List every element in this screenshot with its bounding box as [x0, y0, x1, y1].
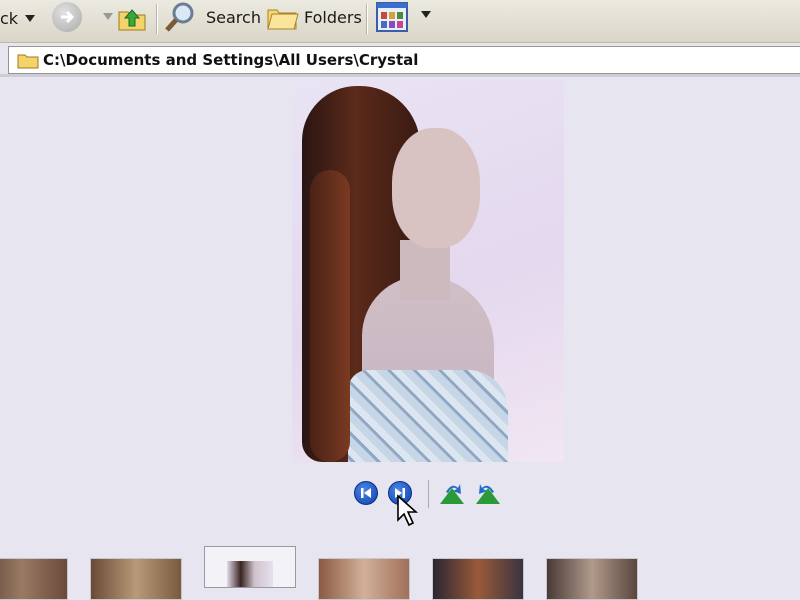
address-path: C:\Documents and Settings\All Users\Crys…	[43, 51, 419, 69]
views-button[interactable]	[376, 2, 408, 32]
rotate-clockwise-icon	[440, 484, 464, 504]
thumbnail-image	[0, 559, 67, 599]
up-folder-icon	[118, 9, 146, 31]
back-dropdown-arrow[interactable]	[25, 14, 36, 22]
photo-face	[392, 128, 480, 248]
mouse-cursor-icon	[397, 494, 419, 527]
folders-icon	[267, 9, 299, 30]
chevron-down-icon	[421, 11, 431, 18]
search-button[interactable]: Search	[164, 0, 261, 34]
thumbnail-6[interactable]	[546, 558, 638, 600]
thumbnail-3-selected[interactable]	[204, 546, 296, 588]
folders-button[interactable]: Folders	[266, 0, 362, 34]
views-icon	[376, 2, 408, 32]
rotate-clockwise-button[interactable]	[438, 482, 466, 506]
thumbnail-image	[319, 559, 409, 599]
filmstrip	[0, 536, 800, 600]
folder-icon	[17, 54, 39, 69]
toolbar: ck Search Folders	[0, 0, 800, 43]
controls-separator	[428, 480, 429, 508]
back-button[interactable]: ck	[0, 6, 36, 30]
thumbnail-4[interactable]	[318, 558, 410, 600]
thumbnail-5[interactable]	[432, 558, 524, 600]
thumbnail-image	[433, 559, 523, 599]
rotate-counterclockwise-icon	[476, 484, 500, 504]
toolbar-separator	[156, 4, 157, 34]
toolbar-separator	[366, 4, 367, 34]
previous-image-button[interactable]	[354, 481, 378, 505]
search-label: Search	[206, 7, 261, 27]
photo-dress	[348, 370, 508, 462]
forward-button[interactable]	[52, 2, 82, 32]
up-folder-button[interactable]	[116, 2, 148, 34]
chevron-down-icon	[103, 13, 113, 20]
photo-hair-strand	[310, 170, 350, 462]
thumbnail-image	[227, 561, 273, 587]
back-label: ck	[0, 8, 19, 28]
thumbnail-1[interactable]	[0, 558, 68, 600]
address-bar[interactable]: C:\Documents and Settings\All Users\Crys…	[8, 46, 800, 74]
previous-image-icon	[361, 488, 371, 498]
address-divider	[0, 74, 800, 77]
thumbnail-image	[547, 559, 637, 599]
thumbnail-2[interactable]	[90, 558, 182, 600]
folders-label: Folders	[304, 7, 362, 27]
rotate-counterclockwise-button[interactable]	[474, 482, 502, 506]
views-dropdown[interactable]	[414, 11, 431, 18]
thumbnail-image	[91, 559, 181, 599]
image-preview	[292, 80, 564, 462]
search-icon	[165, 2, 194, 32]
forward-icon	[61, 10, 75, 24]
forward-dropdown[interactable]	[96, 13, 113, 20]
photo-neck	[400, 240, 450, 300]
